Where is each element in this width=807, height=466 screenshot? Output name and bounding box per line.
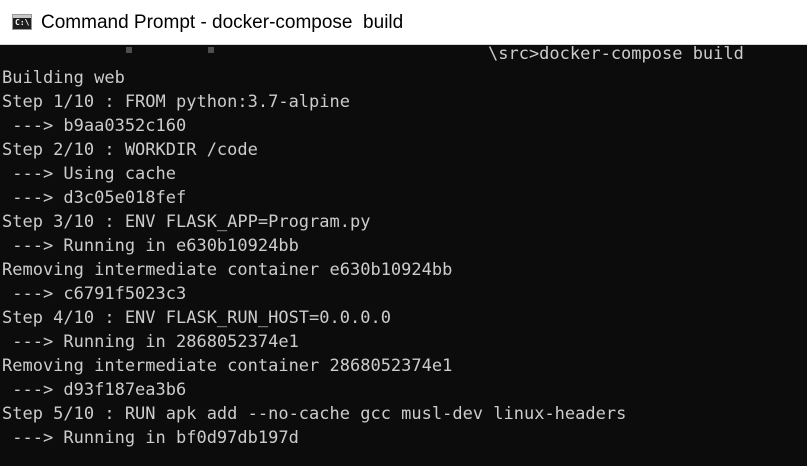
console-line: Step 1/10 : FROM python:3.7-alpine bbox=[2, 92, 350, 112]
icon-prompt-glyph: C:\ bbox=[15, 18, 30, 27]
text-fragment bbox=[126, 47, 132, 53]
console-line: ---> c6791f5023c3 bbox=[2, 284, 187, 304]
console-line: ---> Running in e630b10924bb bbox=[2, 236, 299, 256]
console-line: Removing intermediate container e630b109… bbox=[2, 260, 453, 280]
command-line: \src>docker-compose build bbox=[488, 45, 744, 64]
command-prompt-window: C:\ Command Prompt - docker-compose buil… bbox=[0, 0, 807, 466]
console-line: ---> Using cache bbox=[2, 164, 176, 184]
console-line: ---> Running in bf0d97db197d bbox=[2, 428, 299, 448]
console-line: ---> Running in 2868052374e1 bbox=[2, 332, 299, 352]
console-line: Step 2/10 : WORKDIR /code bbox=[2, 140, 258, 160]
cmd-app-icon[interactable]: C:\ bbox=[12, 14, 32, 30]
console-line: Step 3/10 : ENV FLASK_APP=Program.py bbox=[2, 212, 371, 232]
console-line: Step 4/10 : ENV FLASK_RUN_HOST=0.0.0.0 bbox=[2, 308, 391, 328]
console-line: Removing intermediate container 28680523… bbox=[2, 356, 453, 376]
console-line: Step 5/10 : RUN apk add --no-cache gcc m… bbox=[2, 404, 627, 424]
window-title: Command Prompt - docker-compose build bbox=[41, 12, 404, 33]
scrolled-off-prompt-path bbox=[2, 45, 488, 53]
console-line: Building web bbox=[2, 68, 125, 88]
text-fragment bbox=[208, 47, 214, 53]
console-line: ---> b9aa0352c160 bbox=[2, 116, 187, 136]
console-output[interactable]: \src>docker-compose build Building web S… bbox=[0, 45, 807, 466]
console-line: ---> d3c05e018fef bbox=[2, 188, 187, 208]
title-bar[interactable]: C:\ Command Prompt - docker-compose buil… bbox=[0, 0, 807, 45]
console-line: ---> d93f187ea3b6 bbox=[2, 380, 187, 400]
